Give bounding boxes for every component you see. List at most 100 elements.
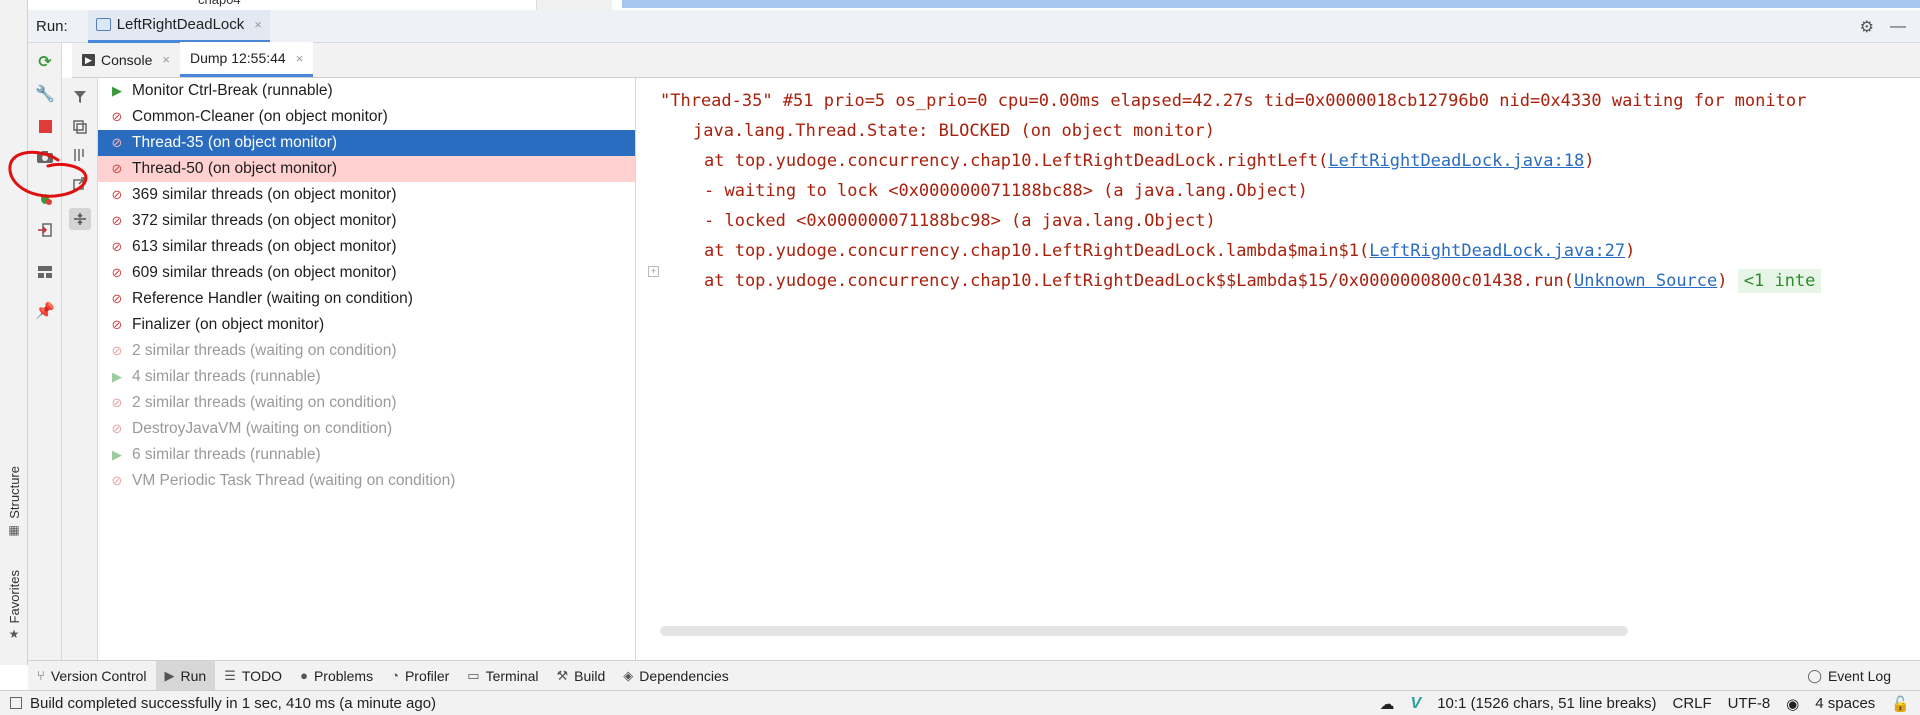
toggle-panels-icon[interactable] bbox=[10, 697, 22, 709]
lock-icon[interactable]: 🔓 bbox=[1891, 695, 1910, 713]
caret-position[interactable]: 10:1 (1526 chars, 51 line breaks) bbox=[1437, 695, 1656, 712]
eye-icon[interactable]: ◉ bbox=[1786, 695, 1799, 713]
run-toolbar: ⟳ 🔧 📌 bbox=[28, 43, 62, 660]
trace-header: "Thread-35" #51 prio=5 os_prio=0 cpu=0.0… bbox=[660, 91, 1807, 111]
tool-version-control[interactable]: ⑂ Version Control bbox=[28, 661, 156, 691]
tool-label: Profiler bbox=[404, 667, 450, 684]
collapse-icon[interactable] bbox=[69, 208, 91, 230]
run-config-tab-label: LeftRightDeadLock bbox=[116, 16, 245, 33]
thread-row[interactable]: ⊘ Reference Handler (waiting on condition… bbox=[98, 286, 635, 312]
source-link[interactable]: LeftRightDeadLock.java:18 bbox=[1328, 151, 1584, 171]
expand-fold-icon[interactable]: + bbox=[648, 266, 659, 277]
tool-profiler[interactable]: ◔ Profiler bbox=[382, 661, 458, 691]
thread-row-selected[interactable]: ⊘ Thread-35 (on object monitor) bbox=[98, 130, 635, 156]
thread-label: 2 similar threads (waiting on condition) bbox=[132, 342, 397, 359]
thread-row[interactable]: ⊘ 609 similar threads (on object monitor) bbox=[98, 260, 635, 286]
file-encoding[interactable]: UTF-8 bbox=[1728, 695, 1771, 712]
cloud-icon[interactable]: ☁ bbox=[1380, 695, 1395, 713]
thread-row[interactable]: ⊘ 2 similar threads (waiting on condition… bbox=[98, 338, 635, 364]
thread-label: Common-Cleaner (on object monitor) bbox=[132, 108, 388, 125]
editor-selection bbox=[622, 0, 1920, 8]
close-icon[interactable]: × bbox=[162, 52, 170, 67]
status-message[interactable]: Build completed successfully in 1 sec, 4… bbox=[30, 695, 436, 712]
thread-row[interactable]: ⊘ VM Periodic Task Thread (waiting on con… bbox=[98, 468, 635, 494]
folded-frames-hint[interactable]: <1 inte bbox=[1737, 269, 1822, 293]
tool-terminal[interactable]: ▭ Terminal bbox=[458, 661, 547, 691]
rerun-icon[interactable]: ⟳ bbox=[34, 51, 56, 73]
tab-console[interactable]: ▶ Console × bbox=[72, 42, 180, 77]
thread-label: 609 similar threads (on object monitor) bbox=[132, 264, 397, 281]
tool-todo[interactable]: ☰ TODO bbox=[215, 661, 291, 691]
favorites-tab[interactable]: ★ Favorites bbox=[4, 570, 24, 641]
tab-dump-label: Dump 12:55:44 bbox=[189, 50, 286, 66]
indent-setting[interactable]: 4 spaces bbox=[1815, 695, 1875, 712]
thread-row[interactable]: ⊘ Common-Cleaner (on object monitor) bbox=[98, 104, 635, 130]
list-icon: ☰ bbox=[224, 667, 236, 683]
blocked-icon: ⊘ bbox=[111, 187, 123, 202]
source-link[interactable]: Unknown Source bbox=[1574, 271, 1717, 291]
runnable-icon: ▶ bbox=[112, 83, 122, 98]
copy-icon[interactable] bbox=[69, 116, 91, 138]
bug-icon[interactable] bbox=[34, 187, 56, 209]
thread-row[interactable]: ⊘ 372 similar threads (on object monitor) bbox=[98, 208, 635, 234]
thread-label: Reference Handler (waiting on condition) bbox=[132, 290, 413, 307]
stack-trace-panel: "Thread-35" #51 prio=5 os_prio=0 cpu=0.0… bbox=[644, 78, 1894, 660]
source-link[interactable]: LeftRightDeadLock.java:27 bbox=[1369, 241, 1625, 261]
project-folder-label: chap04 bbox=[198, 0, 241, 7]
blocked-icon: ⊘ bbox=[111, 213, 123, 228]
tool-label: Terminal bbox=[485, 667, 539, 684]
structure-tab[interactable]: ▦ Structure bbox=[4, 466, 24, 537]
tool-dependencies[interactable]: ◈ Dependencies bbox=[614, 661, 738, 691]
blocked-icon: ⊘ bbox=[111, 421, 123, 436]
stop-icon[interactable] bbox=[34, 115, 56, 137]
trace-locked: - locked <0x000000071188bc98> (a java.la… bbox=[704, 211, 1216, 231]
thread-row[interactable]: ⊘ 369 similar threads (on object monitor) bbox=[98, 182, 635, 208]
thread-list: ▶ Monitor Ctrl-Break (runnable) ⊘ Common-C… bbox=[98, 78, 636, 660]
profiler-icon: ◔ bbox=[391, 668, 399, 683]
line-separator[interactable]: CRLF bbox=[1673, 695, 1712, 712]
pin-icon[interactable]: 📌 bbox=[34, 300, 56, 322]
filter-icon[interactable] bbox=[69, 86, 91, 108]
layout-icon[interactable] bbox=[34, 261, 56, 283]
horizontal-scrollbar[interactable] bbox=[660, 626, 1628, 636]
thread-label: Thread-35 (on object monitor) bbox=[132, 134, 338, 151]
gear-icon[interactable]: ⚙ bbox=[1860, 17, 1874, 37]
tab-dump[interactable]: Dump 12:55:44 × bbox=[179, 42, 314, 77]
tool-problems[interactable]: ● Problems bbox=[291, 661, 382, 691]
blocked-icon: ⊘ bbox=[111, 395, 123, 410]
thread-label: Finalizer (on object monitor) bbox=[132, 316, 325, 333]
trace-thread-state: java.lang.Thread.State: BLOCKED (on obje… bbox=[693, 121, 1215, 141]
wrench-icon[interactable]: 🔧 bbox=[34, 83, 56, 105]
frame-text: at top.yudoge.concurrency.chap10.LeftRig… bbox=[704, 271, 1574, 291]
bubble-icon: ◯ bbox=[1807, 667, 1822, 683]
run-subtabs: ▶ Console × Dump 12:55:44 × bbox=[72, 42, 1920, 78]
thread-row-deadlock-pair[interactable]: ⊘ Thread-50 (on object monitor) bbox=[98, 156, 635, 182]
tool-run[interactable]: ▶ Run bbox=[155, 660, 216, 691]
minimize-icon[interactable]: — bbox=[1890, 18, 1906, 36]
run-config-tab[interactable]: LeftRightDeadLock × bbox=[87, 9, 270, 43]
star-icon: ★ bbox=[8, 627, 20, 642]
close-icon[interactable]: × bbox=[296, 51, 304, 66]
thread-row[interactable]: ⊘ DestroyJavaVM (waiting on condition) bbox=[98, 416, 635, 442]
export-icon[interactable] bbox=[69, 172, 91, 194]
thread-label: 4 similar threads (runnable) bbox=[132, 368, 321, 385]
frame-text: ) bbox=[1584, 151, 1595, 171]
tool-label: Version Control bbox=[50, 667, 147, 684]
blocked-icon: ⊘ bbox=[111, 265, 123, 280]
tab-console-label: Console bbox=[101, 51, 153, 68]
thread-row[interactable]: ▶ Monitor Ctrl-Break (runnable) bbox=[98, 78, 635, 104]
run-header: Run: LeftRightDeadLock × ⚙ — bbox=[28, 9, 1920, 43]
thread-row[interactable]: ⊘ 613 similar threads (on object monitor) bbox=[98, 234, 635, 260]
blocked-icon: ⊘ bbox=[111, 473, 123, 488]
tool-event-log[interactable]: ◯ Event Log bbox=[1798, 661, 1900, 691]
thread-row[interactable]: ⊘ 2 similar threads (waiting on condition… bbox=[98, 390, 635, 416]
tool-build[interactable]: ⚒ Build bbox=[548, 661, 615, 691]
thread-row[interactable]: ▶ 4 similar threads (runnable) bbox=[98, 364, 635, 390]
thread-row[interactable]: ⊘ Finalizer (on object monitor) bbox=[98, 312, 635, 338]
login-icon[interactable] bbox=[34, 219, 56, 241]
thread-row[interactable]: ▶ 6 similar threads (runnable) bbox=[98, 442, 635, 468]
vim-icon[interactable]: V bbox=[1411, 695, 1422, 713]
camera-icon[interactable] bbox=[34, 146, 56, 168]
close-icon[interactable]: × bbox=[254, 17, 262, 32]
sort-icon[interactable] bbox=[69, 144, 91, 166]
